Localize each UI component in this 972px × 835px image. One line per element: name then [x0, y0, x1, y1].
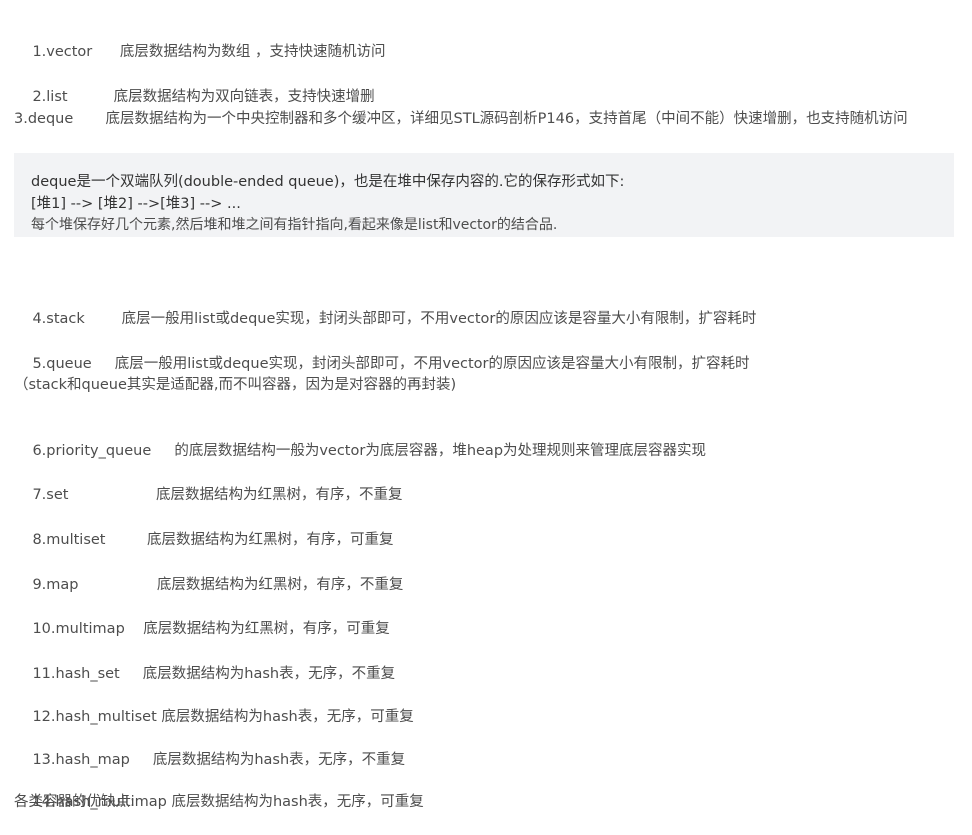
item-spacing	[92, 44, 120, 60]
item-spacing	[151, 443, 174, 459]
item-desc: 底层数据结构为一个中央控制器和多个缓冲区，详细见STL源码剖析P146，支持首尾…	[105, 111, 908, 127]
item-spacing	[85, 311, 122, 327]
code-block: deque是一个双端队列(double-ended queue)，也是在堆中保存…	[14, 153, 954, 237]
item-list: 2.list 底层数据结构为双向链表，支持快速增删	[14, 64, 374, 105]
item-name: 7.set	[32, 487, 69, 503]
item-hash-multimap: 14.hash_multimap 底层数据结构为hash表，无序，可重复	[14, 769, 423, 810]
item-desc: 底层数据结构为hash表，无序，可重复	[161, 709, 414, 725]
item-desc: 底层数据结构为红黑树，有序，不重复	[156, 577, 404, 593]
item-name: 5.queue	[32, 356, 92, 372]
item-vector: 1.vector 底层数据结构为数组 ，支持快速随机访问	[14, 19, 385, 60]
item-desc: 底层数据结构为红黑树，有序，不重复	[156, 487, 403, 503]
item-spacing	[130, 752, 153, 768]
item-name: 1.vector	[32, 44, 93, 60]
item-multimap: 10.multimap 底层数据结构为红黑树，有序，可重复	[14, 596, 389, 637]
item-desc: 底层数据结构为红黑树，有序，可重复	[146, 532, 394, 548]
item-name: 13.hash_map	[32, 752, 130, 768]
item-desc: 底层数据结构为红黑树，有序，可重复	[143, 621, 390, 637]
item-spacing	[73, 111, 105, 127]
code-line-1: deque是一个双端队列(double-ended queue)，也是在堆中保存…	[31, 174, 625, 190]
item-stack: 4.stack 底层一般用list或deque实现，封闭头部即可，不用vecto…	[14, 286, 756, 327]
item-map: 9.map 底层数据结构为红黑树，有序，不重复	[14, 552, 403, 593]
item-name: 3.deque	[14, 111, 74, 127]
document-body: 1.vector 底层数据结构为数组 ，支持快速随机访问 2.list 底层数据…	[0, 0, 972, 817]
item-spacing	[68, 89, 114, 105]
item-desc: 底层一般用list或deque实现，封闭头部即可，不用vector的原因应该是容…	[114, 356, 750, 372]
item-spacing	[106, 532, 147, 548]
item-spacing	[92, 356, 115, 372]
item-hash-map: 13.hash_map 底层数据结构为hash表，无序，不重复	[14, 727, 405, 768]
item-desc: 的底层数据结构一般为vector为底层容器，堆heap为处理规则来管理底层容器实…	[174, 443, 707, 459]
item-spacing	[68, 487, 156, 503]
item-hash-multiset: 12.hash_multiset 底层数据结构为hash表，无序，可重复	[14, 684, 413, 725]
item-name: 2.list	[32, 89, 68, 105]
item-desc: 底层数据结构为hash表，无序，不重复	[152, 752, 406, 768]
item-desc: 底层数据结构为数组 ，支持快速随机访问	[119, 44, 386, 60]
item-name: 12.hash_multiset	[32, 709, 157, 725]
item-name: 9.map	[32, 577, 79, 593]
item-desc: 底层一般用list或deque实现，封闭头部即可，不用vector的原因应该是容…	[121, 311, 757, 327]
item-desc: 底层数据结构为hash表，无序，可重复	[171, 794, 424, 810]
section-heading-pros-cons: 各类容器的优缺点:	[14, 794, 135, 810]
item-desc: 底层数据结构为hash表，无序，不重复	[142, 666, 396, 682]
item-desc: 底层数据结构为双向链表，支持快速增删	[113, 89, 375, 105]
code-line-3: 每个堆保存好几个元素,然后堆和堆之间有指针指向,看起来像是list和vector…	[31, 217, 558, 233]
item-priority-queue: 6.priority_queue 的底层数据结构一般为vector为底层容器，堆…	[14, 418, 706, 459]
item-name: 10.multimap	[32, 621, 125, 637]
item-name: 11.hash_set	[32, 666, 120, 682]
item-spacing	[120, 666, 143, 682]
item-multiset: 8.multiset 底层数据结构为红黑树，有序，可重复	[14, 507, 393, 548]
item-name: 4.stack	[32, 311, 85, 327]
item-queue: 5.queue 底层一般用list或deque实现，封闭头部即可，不用vecto…	[14, 331, 749, 372]
item-name: 6.priority_queue	[32, 443, 152, 459]
item-set: 7.set 底层数据结构为红黑树，有序，不重复	[14, 462, 402, 503]
item-spacing	[125, 621, 143, 637]
item-hash-set: 11.hash_set 底层数据结构为hash表，无序，不重复	[14, 641, 395, 682]
item-name: 8.multiset	[32, 532, 106, 548]
code-line-2: [堆1] --> [堆2] -->[堆3] --> ...	[31, 196, 241, 212]
item-spacing	[79, 577, 157, 593]
adapter-note: （stack和queue其实是适配器,而不叫容器，因为是对容器的再封装)	[14, 377, 457, 393]
item-deque: 3.deque 底层数据结构为一个中央控制器和多个缓冲区，详细见STL源码剖析P…	[14, 108, 959, 130]
